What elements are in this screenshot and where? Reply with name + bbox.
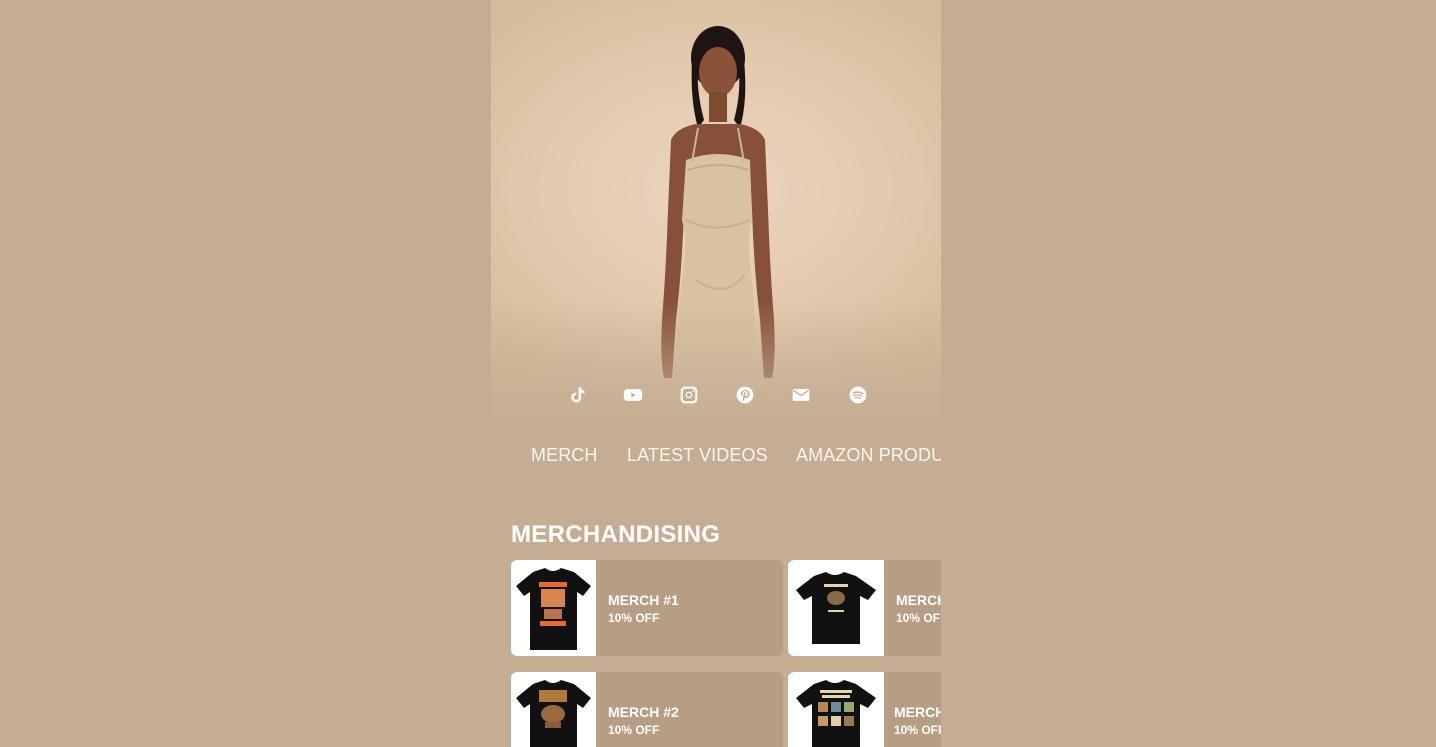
spotify-icon[interactable] <box>846 383 870 407</box>
merch-discount: 10% OFF <box>894 723 941 737</box>
tab-merch[interactable]: MERCH <box>531 445 598 466</box>
hero-fade <box>491 300 941 430</box>
tab-latest-videos[interactable]: LATEST VIDEOS <box>627 445 768 466</box>
tiktok-icon[interactable] <box>565 383 589 407</box>
merch-card[interactable]: MERCH 10% OFF <box>788 672 941 747</box>
merch-name: MERCH #2 <box>608 704 679 720</box>
merch-name: MERCH <box>896 592 941 608</box>
merch-discount: 10% OF <box>896 611 941 625</box>
tshirt-image <box>788 560 884 656</box>
email-icon[interactable] <box>789 383 813 407</box>
instagram-icon[interactable] <box>677 383 701 407</box>
social-links <box>491 383 941 409</box>
merch-discount: 10% OFF <box>608 723 660 737</box>
tab-bar: MERCH LATEST VIDEOS AMAZON PRODU <box>491 445 941 471</box>
merch-name: MERCH <box>894 704 941 720</box>
pinterest-icon[interactable] <box>733 383 757 407</box>
merch-card[interactable]: MERCH #1 10% OFF <box>511 560 783 656</box>
tab-amazon-products[interactable]: AMAZON PRODU <box>796 445 941 466</box>
merch-card[interactable]: MERCH #2 10% OFF <box>511 672 783 747</box>
tshirt-image <box>511 560 596 656</box>
merch-name: MERCH #1 <box>608 592 679 608</box>
merch-discount: 10% OFF <box>608 611 660 625</box>
youtube-icon[interactable] <box>621 383 645 407</box>
tshirt-image <box>511 672 596 747</box>
profile-column: MERCH LATEST VIDEOS AMAZON PRODU MERCHAN… <box>491 0 941 747</box>
section-title: MERCHANDISING <box>511 521 721 548</box>
hero-image <box>491 0 941 430</box>
merch-card[interactable]: MERCH 10% OF <box>788 560 941 656</box>
tshirt-image <box>788 672 884 747</box>
